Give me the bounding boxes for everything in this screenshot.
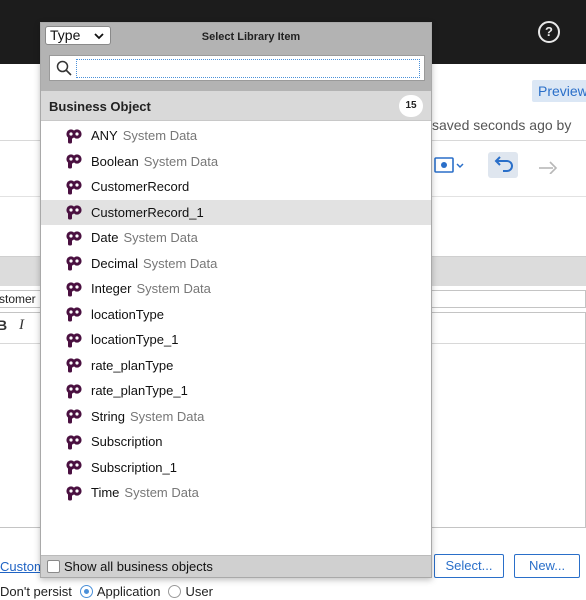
list-item-rate-plantype-1[interactable]: rate_planType_1 bbox=[41, 378, 431, 404]
dont-persist-label: Don't persist bbox=[0, 583, 72, 599]
business-object-icon bbox=[66, 333, 82, 348]
list-item-locationtype-1[interactable]: locationType_1 bbox=[41, 327, 431, 353]
list-item-tag: System Data bbox=[129, 408, 205, 424]
business-object-icon bbox=[66, 154, 82, 169]
list-item-customerrecord-1[interactable]: CustomerRecord_1 bbox=[41, 199, 431, 225]
group-label: Business Object bbox=[49, 99, 151, 114]
camera-dropdown-icon[interactable] bbox=[434, 155, 464, 175]
business-object-icon bbox=[66, 205, 82, 220]
list-item-integer[interactable]: Integer System Data bbox=[41, 276, 431, 302]
list-item-name: Subscription bbox=[91, 434, 163, 450]
business-object-icon bbox=[66, 231, 82, 246]
business-object-icon bbox=[66, 460, 82, 475]
list-item-rate-plantype[interactable]: rate_planType bbox=[41, 353, 431, 379]
list-item-string[interactable]: String System Data bbox=[41, 404, 431, 430]
list-item-boolean[interactable]: Boolean System Data bbox=[41, 149, 431, 175]
business-object-icon bbox=[66, 256, 82, 271]
type-select-value: Type bbox=[50, 27, 81, 43]
business-object-icon bbox=[66, 307, 82, 322]
application-radio-label: Application bbox=[96, 583, 161, 599]
bold-button[interactable]: B bbox=[0, 317, 7, 333]
list-item-name: CustomerRecord bbox=[91, 179, 190, 195]
chevron-down-icon bbox=[94, 33, 104, 40]
search-input[interactable] bbox=[76, 59, 420, 78]
undo-icon bbox=[494, 156, 513, 172]
user-radio-label: User bbox=[185, 583, 213, 599]
select-button[interactable]: Select... bbox=[434, 554, 504, 578]
list-item-subscription[interactable]: Subscription bbox=[41, 429, 431, 455]
library-item-list: ANY System Data Boolean System Data Cust… bbox=[41, 123, 431, 506]
redo-icon[interactable] bbox=[536, 156, 562, 174]
business-object-icon bbox=[66, 435, 82, 450]
list-item-name: ANY bbox=[91, 128, 118, 144]
business-object-icon bbox=[66, 129, 82, 144]
list-item-name: Subscription_1 bbox=[91, 459, 177, 475]
undo-button[interactable] bbox=[488, 152, 518, 178]
list-item-name: locationType bbox=[91, 306, 164, 322]
group-count-badge: 15 bbox=[399, 95, 423, 117]
list-item-any[interactable]: ANY System Data bbox=[41, 123, 431, 149]
business-object-icon bbox=[66, 180, 82, 195]
list-item-subscription-1[interactable]: Subscription_1 bbox=[41, 455, 431, 481]
business-object-icon bbox=[66, 409, 82, 424]
list-item-decimal[interactable]: Decimal System Data bbox=[41, 251, 431, 277]
select-library-item-popup: Type Select Library Item Business Object… bbox=[40, 22, 432, 578]
list-item-name: Integer bbox=[91, 281, 132, 297]
saved-status: saved seconds ago by bbox=[432, 117, 572, 133]
list-item-tag: System Data bbox=[142, 255, 218, 271]
popup-header: Type Select Library Item bbox=[41, 23, 431, 91]
list-item-name: String bbox=[91, 408, 125, 424]
list-item-name: locationType_1 bbox=[91, 332, 179, 348]
show-all-label[interactable]: Show all business objects bbox=[64, 559, 213, 574]
persist-options: Don't persist Application User bbox=[0, 582, 213, 600]
business-object-icon bbox=[66, 358, 82, 373]
list-item-tag: System Data bbox=[124, 485, 199, 501]
search-icon bbox=[56, 60, 72, 76]
list-item-time[interactable]: Time System Data bbox=[41, 480, 431, 506]
group-header-business-object[interactable]: Business Object 15 bbox=[41, 91, 431, 121]
list-item-date[interactable]: Date System Data bbox=[41, 225, 431, 251]
preview-button[interactable]: Preview bbox=[532, 80, 586, 102]
list-item-tag: System Data bbox=[123, 230, 198, 246]
list-item-customerrecord[interactable]: CustomerRecord bbox=[41, 174, 431, 200]
business-object-icon bbox=[66, 384, 82, 399]
business-object-icon bbox=[66, 486, 82, 501]
show-all-checkbox[interactable] bbox=[47, 560, 60, 573]
user-radio[interactable] bbox=[168, 584, 182, 598]
list-item-tag: System Data bbox=[143, 153, 219, 169]
list-item-name: Boolean bbox=[91, 153, 139, 169]
new-button[interactable]: New... bbox=[514, 554, 580, 578]
app-window: ? Preview saved seconds ago by stomer B … bbox=[0, 0, 586, 600]
list-item-tag: System Data bbox=[122, 128, 198, 144]
custom-link[interactable]: Custom bbox=[0, 559, 42, 574]
italic-button[interactable]: I bbox=[19, 317, 24, 334]
business-object-icon bbox=[66, 282, 82, 297]
list-item-name: Date bbox=[91, 230, 119, 246]
list-item-name: CustomerRecord_1 bbox=[91, 204, 204, 220]
type-select[interactable]: Type bbox=[45, 26, 111, 45]
list-item-name: rate_planType bbox=[91, 357, 174, 373]
popup-footer: Show all business objects bbox=[41, 555, 431, 577]
application-radio[interactable] bbox=[79, 584, 93, 598]
popup-title: Select Library Item bbox=[201, 31, 301, 43]
list-item-name: Time bbox=[91, 485, 120, 501]
list-item-locationtype[interactable]: locationType bbox=[41, 302, 431, 328]
list-item-name: Decimal bbox=[91, 255, 138, 271]
search-box[interactable] bbox=[49, 55, 425, 81]
list-item-tag: System Data bbox=[136, 281, 211, 297]
help-icon[interactable]: ? bbox=[538, 21, 560, 43]
list-item-name: rate_planType_1 bbox=[91, 383, 188, 399]
